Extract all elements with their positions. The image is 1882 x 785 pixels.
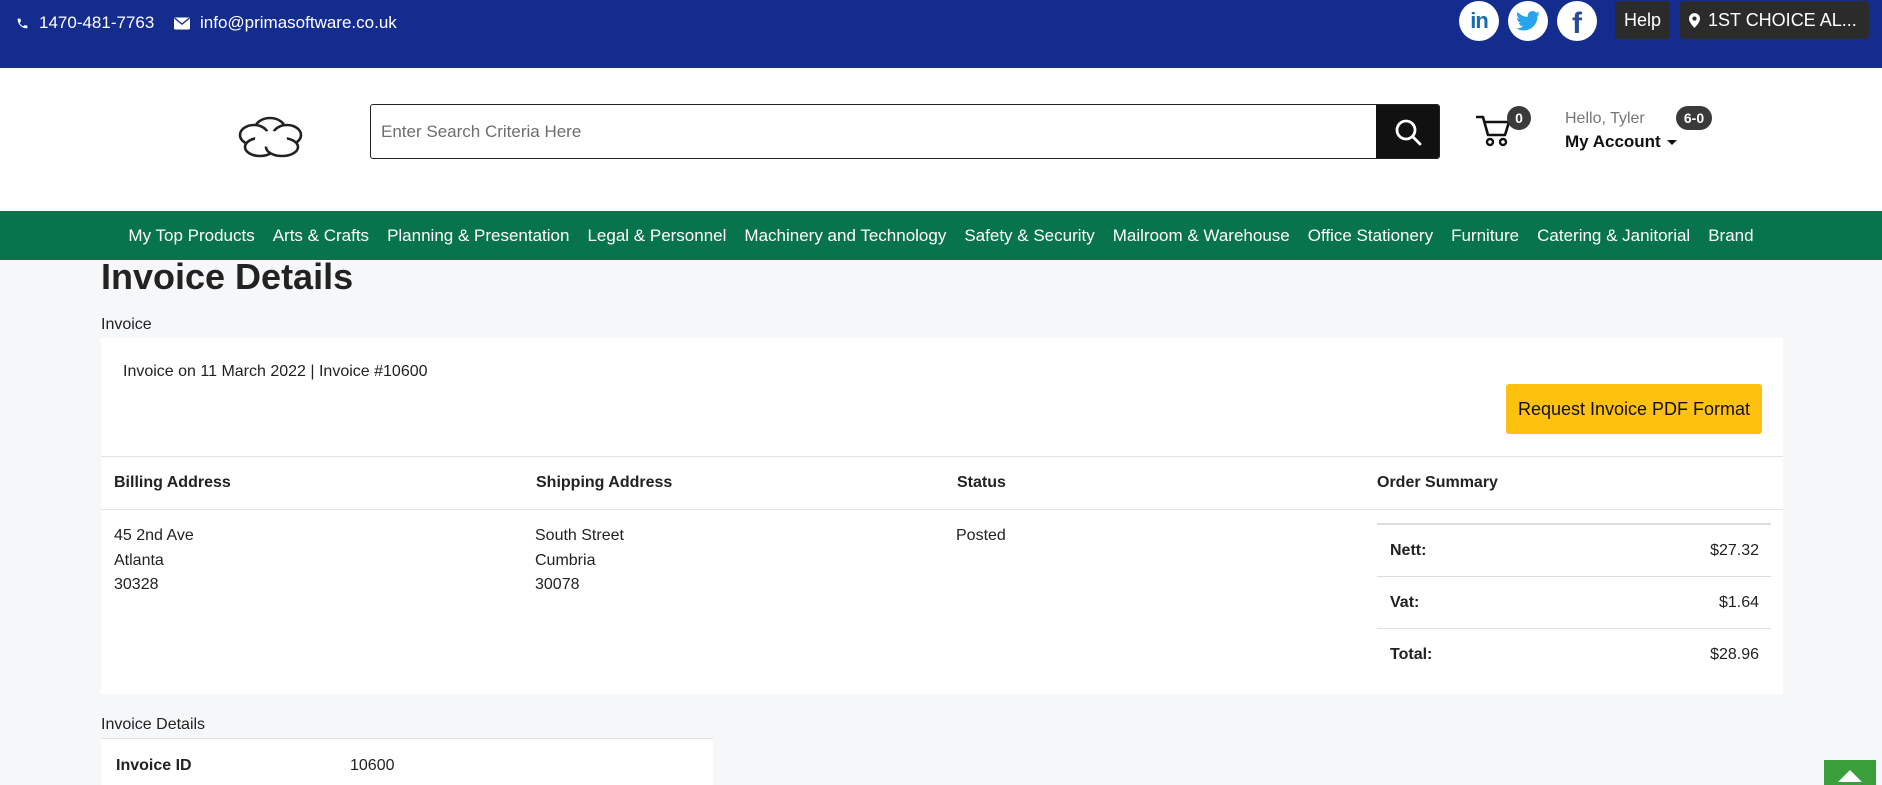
nav-item-safety-security[interactable]: Safety & Security	[964, 226, 1094, 246]
nav-item-my-top-products[interactable]: My Top Products	[128, 226, 254, 246]
invoice-id-label: Invoice ID	[116, 757, 192, 774]
phone-number: 1470-481-7763	[39, 13, 155, 32]
breadcrumb: Invoice	[101, 316, 152, 333]
nav-item-furniture[interactable]: Furniture	[1451, 226, 1519, 246]
summary-row-nett: Nett: $27.32	[1377, 525, 1771, 577]
company-logo[interactable]	[232, 113, 308, 166]
nav-item-machinery-technology[interactable]: Machinery and Technology	[744, 226, 946, 246]
scroll-to-top-button[interactable]	[1824, 760, 1876, 785]
page-title: Invoice Details	[101, 256, 354, 297]
email-contact[interactable]: info@primasoftware.co.uk	[174, 13, 397, 33]
shipping-address: South Street Cumbria 30078	[535, 524, 624, 598]
caret-down-icon	[1666, 139, 1677, 145]
invoice-card: Invoice on 11 March 2022 | Invoice #1060…	[101, 338, 1783, 694]
total-label: Total:	[1390, 646, 1433, 663]
nav-item-arts-crafts[interactable]: Arts & Crafts	[273, 226, 369, 246]
nett-label: Nett:	[1390, 541, 1427, 559]
invoice-details-table: Invoice ID 10600	[101, 738, 713, 785]
order-summary-table: Nett: $27.32 Vat: $1.64 Total: $28.96	[1377, 523, 1771, 681]
facebook-icon[interactable]: f	[1557, 1, 1597, 41]
search-input[interactable]	[371, 105, 1376, 158]
nav-item-catering-janitorial[interactable]: Catering & Janitorial	[1537, 226, 1690, 246]
invoice-summary-line: Invoice on 11 March 2022 | Invoice #1060…	[123, 363, 428, 380]
shipping-line-3: 30078	[535, 576, 580, 593]
total-value: $28.96	[1710, 646, 1759, 663]
shipping-line-2: Cumbria	[535, 551, 596, 569]
billing-line-1: 45 2nd Ave	[114, 527, 194, 544]
summary-row-vat: Vat: $1.64	[1377, 577, 1771, 629]
divider	[101, 456, 1783, 457]
phone-contact[interactable]: 1470-481-7763	[16, 13, 154, 33]
cart-count-badge: 0	[1507, 106, 1531, 130]
phone-icon	[17, 18, 28, 28]
map-pin-icon	[1689, 12, 1700, 28]
nav-item-brand[interactable]: Brand	[1708, 226, 1753, 246]
request-pdf-button[interactable]: Request Invoice PDF Format	[1506, 384, 1762, 434]
shipping-line-1: South Street	[535, 527, 624, 544]
search-bar	[370, 104, 1440, 159]
vat-value: $1.64	[1718, 593, 1759, 611]
site-header: 0 Hello, Tyler My Account 6-0	[0, 68, 1882, 211]
account-badge: 6-0	[1676, 106, 1712, 130]
billing-address: 45 2nd Ave Atlanta 30328	[114, 524, 194, 598]
shipping-address-heading: Shipping Address	[536, 474, 673, 491]
summary-row-total: Total: $28.96	[1377, 629, 1771, 681]
branch-selector[interactable]: 1ST CHOICE AL...	[1680, 1, 1869, 39]
search-button[interactable]	[1376, 105, 1439, 158]
nav-item-legal-personnel[interactable]: Legal & Personnel	[587, 226, 726, 246]
my-account-label: My Account	[1565, 132, 1661, 151]
envelope-icon	[174, 17, 190, 29]
category-nav: My Top Products Arts & Crafts Planning &…	[0, 211, 1882, 260]
my-account-dropdown[interactable]: My Account	[1565, 132, 1677, 152]
billing-line-2: Atlanta	[114, 551, 164, 569]
branch-label: 1ST CHOICE AL...	[1708, 9, 1857, 30]
chevron-up-icon	[1838, 770, 1862, 782]
help-button[interactable]: Help	[1615, 1, 1670, 39]
billing-address-heading: Billing Address	[114, 474, 231, 491]
divider	[101, 509, 1783, 510]
email-address: info@primasoftware.co.uk	[200, 13, 397, 32]
billing-line-3: 30328	[114, 576, 159, 593]
status-value: Posted	[956, 527, 1006, 544]
top-bar: 1470-481-7763 info@primasoftware.co.uk i…	[0, 0, 1882, 68]
status-heading: Status	[957, 474, 1006, 491]
vat-label: Vat:	[1390, 593, 1420, 611]
nav-item-planning-presentation[interactable]: Planning & Presentation	[387, 226, 569, 246]
nav-item-office-stationery[interactable]: Office Stationery	[1308, 226, 1433, 246]
user-greeting: Hello, Tyler	[1565, 110, 1645, 127]
nav-item-mailroom-warehouse[interactable]: Mailroom & Warehouse	[1113, 226, 1290, 246]
order-summary-heading: Order Summary	[1377, 474, 1498, 491]
invoice-id-value: 10600	[350, 757, 395, 774]
twitter-icon[interactable]	[1508, 1, 1548, 41]
nett-value: $27.32	[1710, 541, 1759, 559]
invoice-details-heading: Invoice Details	[101, 716, 206, 733]
search-icon	[1395, 119, 1421, 145]
linkedin-icon[interactable]: in	[1459, 1, 1499, 41]
